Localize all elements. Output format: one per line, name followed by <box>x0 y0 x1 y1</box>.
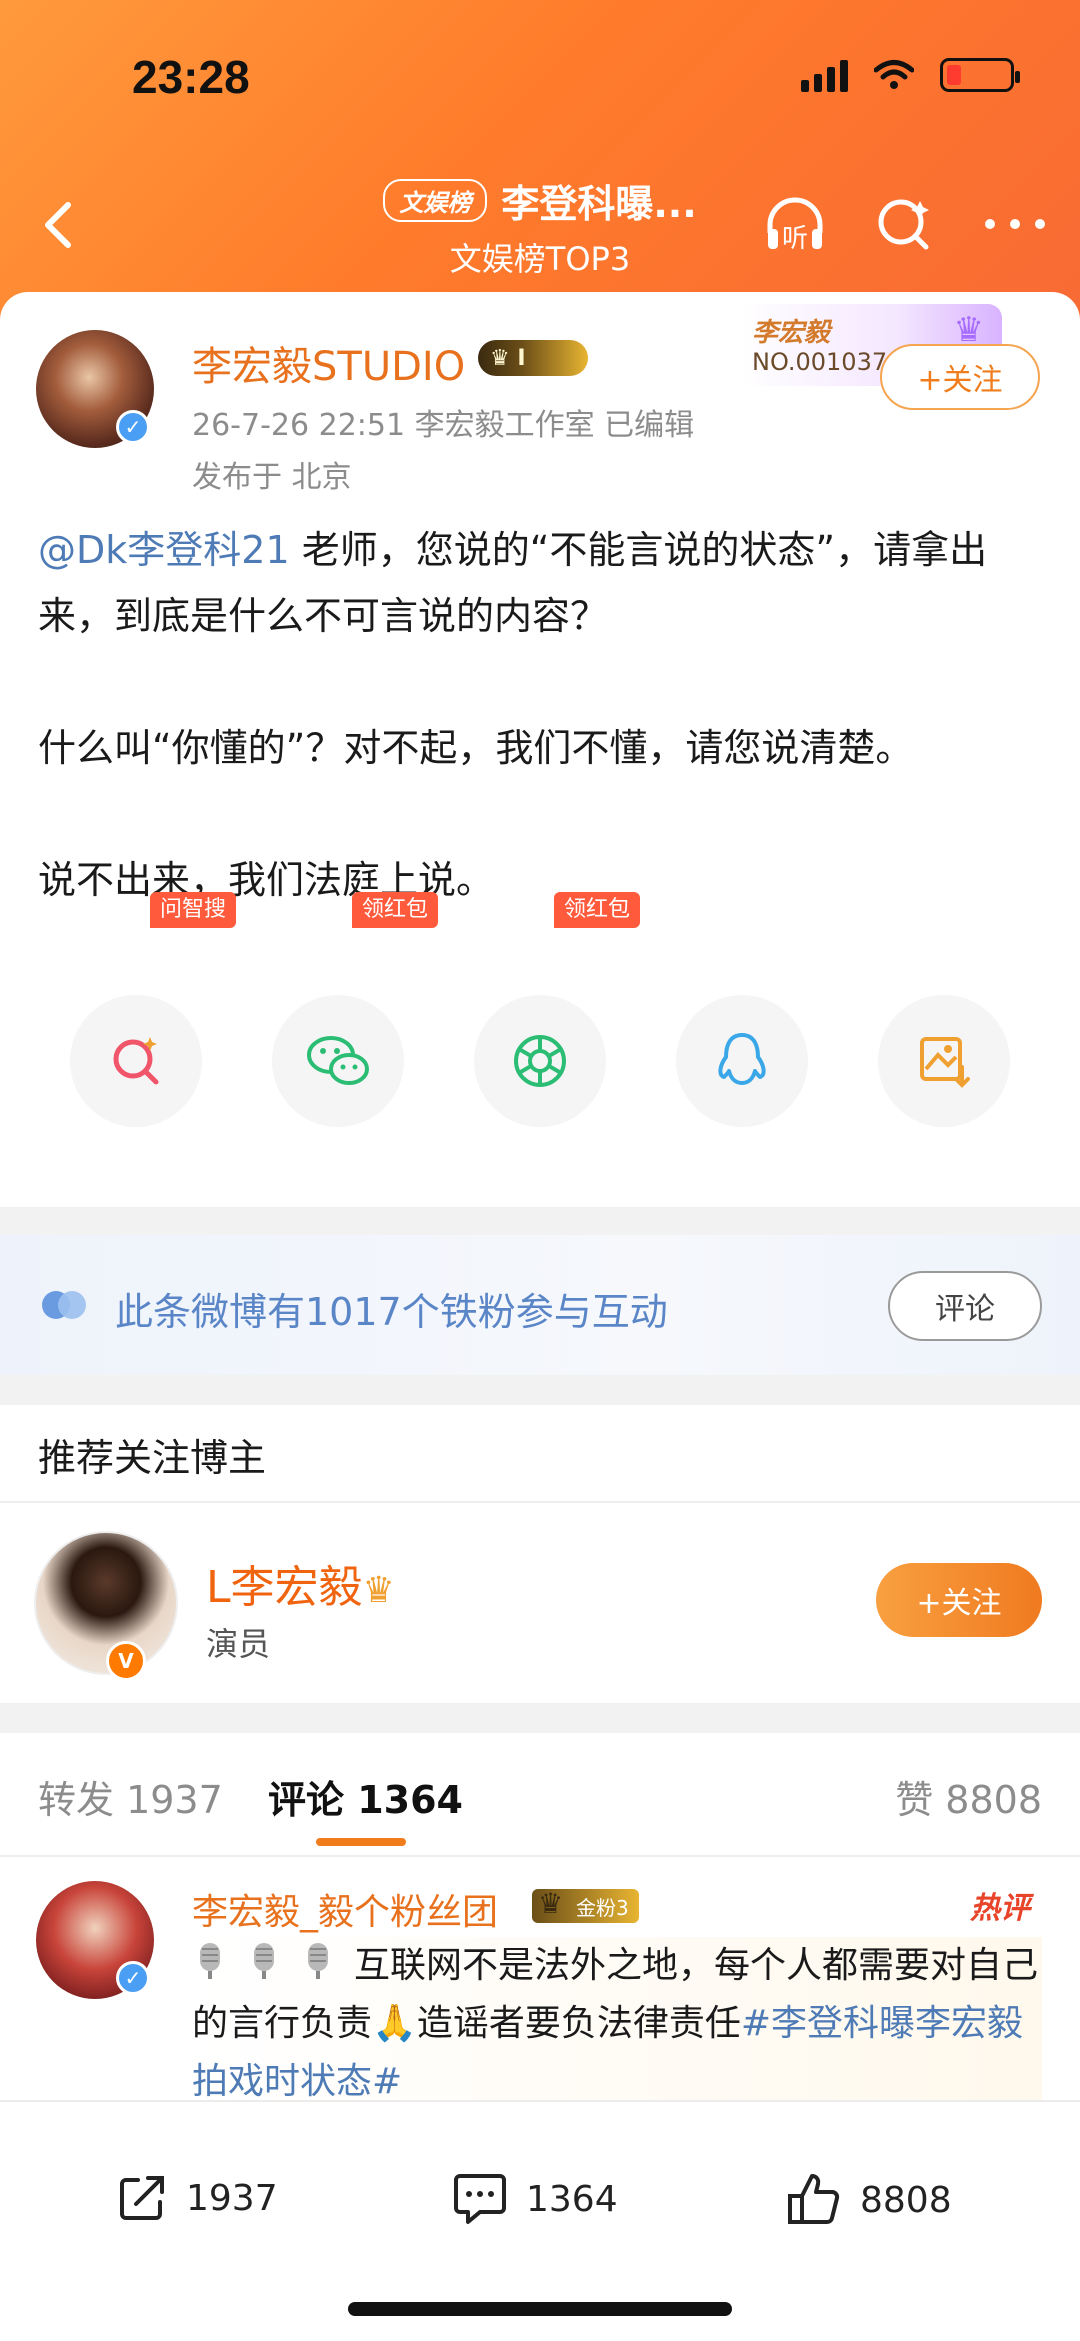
nav-actions: 听 <box>760 189 1050 259</box>
interaction-tabs: 转发 1937 评论 1364 赞 8808 <box>0 1733 1080 1857</box>
share-qq[interactable] <box>676 995 808 1127</box>
share-save-image[interactable] <box>878 995 1010 1127</box>
share-row: 问智搜 领红包 领红包 <box>0 892 1080 1127</box>
status-bar: 23:28 <box>0 0 1080 160</box>
recommend-role: 演员 <box>206 1625 271 1663</box>
repost-button[interactable]: 1937 <box>116 2172 278 2224</box>
post-body: @Dk李登科21 老师，您说的“不能言说的状态”，请拿出来，到底是什么不可言说的… <box>38 517 1048 913</box>
wifi-icon <box>874 60 914 89</box>
recommend-name-text: L李宏毅 <box>206 1562 363 1613</box>
more-button[interactable] <box>980 189 1050 259</box>
share-tag-3: 领红包 <box>554 892 641 928</box>
divider <box>0 1501 1080 1503</box>
fans-comment-button[interactable]: 评论 <box>888 1271 1042 1341</box>
home-indicator[interactable] <box>348 2302 732 2316</box>
qq-icon <box>718 1033 766 1085</box>
verified-icon: ✓ <box>116 1961 150 1995</box>
status-icons <box>801 58 1020 92</box>
comment-button[interactable]: 1364 <box>452 2172 618 2226</box>
share-tag-1: 问智搜 <box>150 892 237 928</box>
post-location: 发布于 北京 <box>192 460 352 495</box>
author-name[interactable]: 李宏毅STUDIO <box>192 334 465 392</box>
follow-button[interactable]: +关注 <box>880 344 1040 410</box>
post-text-para2: 什么叫“你懂的”？对不起，我们不懂，请您说清楚。 <box>38 726 914 770</box>
wechat-icon <box>307 1036 369 1085</box>
recommend-title: 推荐关注博主 <box>38 1436 267 1480</box>
comment-icon <box>454 2174 506 2224</box>
microphone-emoji-icon <box>200 1943 220 1979</box>
comment-author[interactable]: 李宏毅_毅个粉丝团 <box>192 1883 498 1935</box>
recommend-section: 推荐关注博主 V L李宏毅♛ 演员 +关注 <box>0 1405 1080 1703</box>
tab-comments[interactable]: 评论 1364 <box>268 1769 463 1824</box>
nav-title: 李登科曝... <box>501 182 697 226</box>
vip-badge: ♛ I <box>478 340 588 376</box>
battery-icon <box>940 58 1020 92</box>
comment-text: 互联网不是法外之地，每个人都需要对自己的言行负责🙏造谣者要负法律责任#李登科曝李… <box>192 1937 1042 2107</box>
pray-emoji-icon: 🙏 <box>372 2003 417 2044</box>
more-icon <box>985 219 1045 229</box>
tab-repost[interactable]: 转发 1937 <box>38 1769 223 1824</box>
repost-count: 1937 <box>186 2177 278 2219</box>
ai-search-icon <box>113 1037 159 1085</box>
like-count: 8808 <box>860 2179 952 2221</box>
headphone-icon: 听 <box>767 197 823 254</box>
share-moments[interactable] <box>474 995 606 1127</box>
search-icon <box>878 199 929 250</box>
mention-link[interactable]: @Dk李登科21 <box>38 528 290 572</box>
iron-fan-icon <box>42 1291 86 1319</box>
bottom-action-bar: 1937 1364 8808 <box>0 2100 1080 2341</box>
tab-underline <box>316 1838 406 1846</box>
post-card: ✓ 李宏毅STUDIO ♛ I 李宏毅 NO.001037 ♛ +关注 26-7… <box>0 292 1080 1207</box>
recommend-name[interactable]: L李宏毅♛ <box>206 1551 395 1615</box>
share-tag-2: 领红包 <box>352 892 439 928</box>
comment-item: ✓ 李宏毅_毅个粉丝团 ♛ 金粉3 热评 互联网不是法外之地，每个人都需要对自己… <box>0 1857 1080 2107</box>
headphone-label: 听 <box>782 224 808 254</box>
like-button[interactable]: 8808 <box>786 2172 952 2228</box>
verified-icon: ✓ <box>116 410 150 444</box>
comment-text-part2: 造谣者要负法律责任 <box>416 2003 741 2044</box>
search-button[interactable] <box>870 189 940 259</box>
fan-level-text: 金粉3 <box>576 1895 629 1920</box>
microphone-emoji-icon <box>308 1943 328 1979</box>
orange-verified-icon: V <box>106 1641 146 1681</box>
fan-card-number: NO.001037 <box>752 348 888 376</box>
comment-count: 1364 <box>526 2178 618 2220</box>
share-wechat[interactable] <box>272 995 404 1127</box>
repost-icon <box>120 2176 164 2220</box>
crown-icon: ♛ <box>490 345 510 371</box>
listen-button[interactable]: 听 <box>760 189 830 259</box>
recommend-avatar[interactable]: V <box>34 1531 178 1681</box>
iron-fans-text: 此条微博有1017个铁粉参与互动 <box>115 1290 668 1334</box>
iron-fans-bar: 此条微博有1017个铁粉参与互动 评论 <box>0 1235 1080 1375</box>
comment-avatar[interactable]: ✓ <box>36 1881 154 1999</box>
save-image-icon <box>920 1037 970 1088</box>
nav-bar: 文娱榜 李登科曝... 文娱榜TOP3 听 <box>0 165 1080 285</box>
vip-level: I <box>517 345 526 371</box>
fan-level-badge: ♛ 金粉3 <box>532 1887 639 1923</box>
tab-likes[interactable]: 赞 8808 <box>895 1769 1042 1824</box>
nav-tag-badge: 文娱榜 <box>383 179 488 222</box>
fan-card-name: 李宏毅 <box>752 318 831 348</box>
share-ai-search[interactable] <box>70 995 202 1127</box>
header: 23:28 文娱榜 李登科曝... 文娱榜TOP3 听 <box>0 0 1080 330</box>
moments-icon <box>514 1035 566 1087</box>
hot-comment-tag: 热评 <box>970 1891 1030 1926</box>
signal-icon <box>801 58 848 92</box>
recommend-follow-button[interactable]: +关注 <box>876 1563 1042 1637</box>
author-avatar[interactable]: ✓ <box>36 330 154 448</box>
status-time: 23:28 <box>132 51 250 103</box>
post-meta: 26-7-26 22:51 李宏毅工作室 已编辑 <box>192 408 695 443</box>
crown-icon: ♛ <box>538 1887 564 1920</box>
thumbs-up-icon <box>788 2174 840 2224</box>
crown-icon: ♛ <box>362 1570 395 1611</box>
microphone-emoji-icon <box>254 1943 274 1979</box>
